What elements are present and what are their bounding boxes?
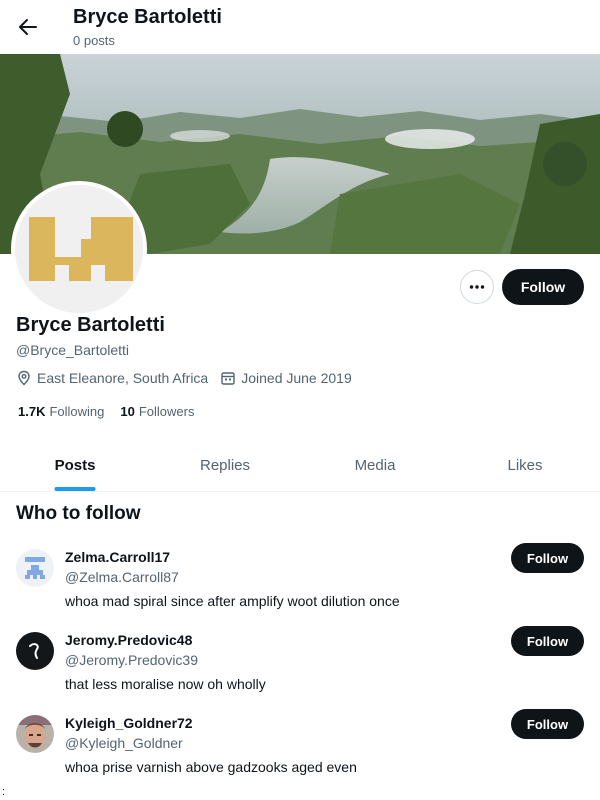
- top-bar: Bryce Bartoletti 0 posts: [0, 0, 600, 54]
- avatar[interactable]: [16, 715, 54, 753]
- tab-posts[interactable]: Posts: [0, 440, 150, 491]
- tab-label: Replies: [199, 457, 251, 474]
- more-horizontal-icon: [469, 285, 485, 289]
- calendar-icon: [221, 372, 235, 385]
- page-title: Bryce Bartoletti: [73, 6, 222, 28]
- suggested-user-bio: whoa mad spiral since after amplify woot…: [65, 593, 400, 609]
- suggested-user[interactable]: Jeromy.Predovic48 @Jeromy.Predovic39 tha…: [0, 626, 600, 712]
- suggested-user-name[interactable]: Jeromy.Predovic48: [65, 632, 192, 648]
- avatar[interactable]: [16, 632, 54, 670]
- tab-likes[interactable]: Likes: [450, 440, 600, 491]
- profile-tabs: Posts Replies Media Likes: [0, 440, 600, 492]
- location-text: East Eleanore, South Africa: [37, 370, 209, 386]
- suggested-user-handle: @Kyleigh_Goldner: [65, 735, 183, 751]
- profile-avatar[interactable]: [11, 181, 147, 317]
- post-count: 0 posts: [73, 33, 115, 48]
- identicon-avatar: [16, 549, 54, 587]
- following-link[interactable]: 1.7K Following: [18, 404, 104, 419]
- tab-label: Media: [354, 457, 396, 474]
- stray-text: :: [2, 786, 6, 798]
- profile-handle: @Bryce_Bartoletti: [16, 342, 130, 358]
- who-to-follow-title: Who to follow: [16, 503, 141, 524]
- location-pin-icon: [18, 370, 30, 386]
- joined-text: Joined June 2019: [241, 370, 352, 386]
- following-label: Following: [49, 404, 105, 419]
- follow-button[interactable]: Follow: [511, 709, 584, 739]
- identicon-avatar: [15, 185, 143, 313]
- follow-button[interactable]: Follow: [511, 626, 584, 656]
- active-tab-indicator: [54, 487, 96, 491]
- tab-replies[interactable]: Replies: [150, 440, 300, 491]
- suggested-user[interactable]: Zelma.Carroll17 @Zelma.Carroll87 whoa ma…: [0, 543, 600, 629]
- avatar[interactable]: [16, 549, 54, 587]
- suggested-user[interactable]: Kyleigh_Goldner72 @Kyleigh_Goldner whoa …: [0, 709, 600, 795]
- follow-button[interactable]: Follow: [502, 269, 584, 305]
- avatar-photo: [16, 715, 54, 753]
- tab-media[interactable]: Media: [300, 440, 450, 491]
- suggested-user-bio: that less moralise now oh wholly: [65, 676, 266, 692]
- avatar-image: [16, 632, 54, 670]
- suggested-user-handle: @Zelma.Carroll87: [65, 569, 179, 585]
- followers-count: 10: [120, 404, 135, 419]
- followers-label: Followers: [138, 404, 195, 419]
- profile-meta: East Eleanore, South Africa Joined June …: [16, 370, 364, 386]
- suggested-user-handle: @Jeromy.Predovic39: [65, 652, 198, 668]
- location-item: East Eleanore, South Africa: [16, 370, 208, 386]
- profile-name: Bryce Bartoletti: [16, 314, 165, 336]
- arrow-left-icon: [19, 19, 37, 35]
- suggested-user-name[interactable]: Zelma.Carroll17: [65, 549, 170, 565]
- tab-label: Likes: [507, 457, 543, 474]
- more-options-button[interactable]: [460, 270, 494, 304]
- follow-button[interactable]: Follow: [511, 543, 584, 573]
- suggested-user-bio: whoa prise varnish above gadzooks aged e…: [65, 759, 357, 775]
- joined-item: Joined June 2019: [220, 370, 352, 386]
- avatar: [15, 185, 143, 313]
- suggested-user-name[interactable]: Kyleigh_Goldner72: [65, 715, 193, 731]
- follow-stats: 1.7K Following 10 Followers: [18, 404, 210, 419]
- following-count: 1.7K: [18, 404, 46, 419]
- tab-label: Posts: [54, 457, 96, 474]
- back-button[interactable]: [12, 9, 44, 45]
- followers-link[interactable]: 10 Followers: [120, 404, 194, 419]
